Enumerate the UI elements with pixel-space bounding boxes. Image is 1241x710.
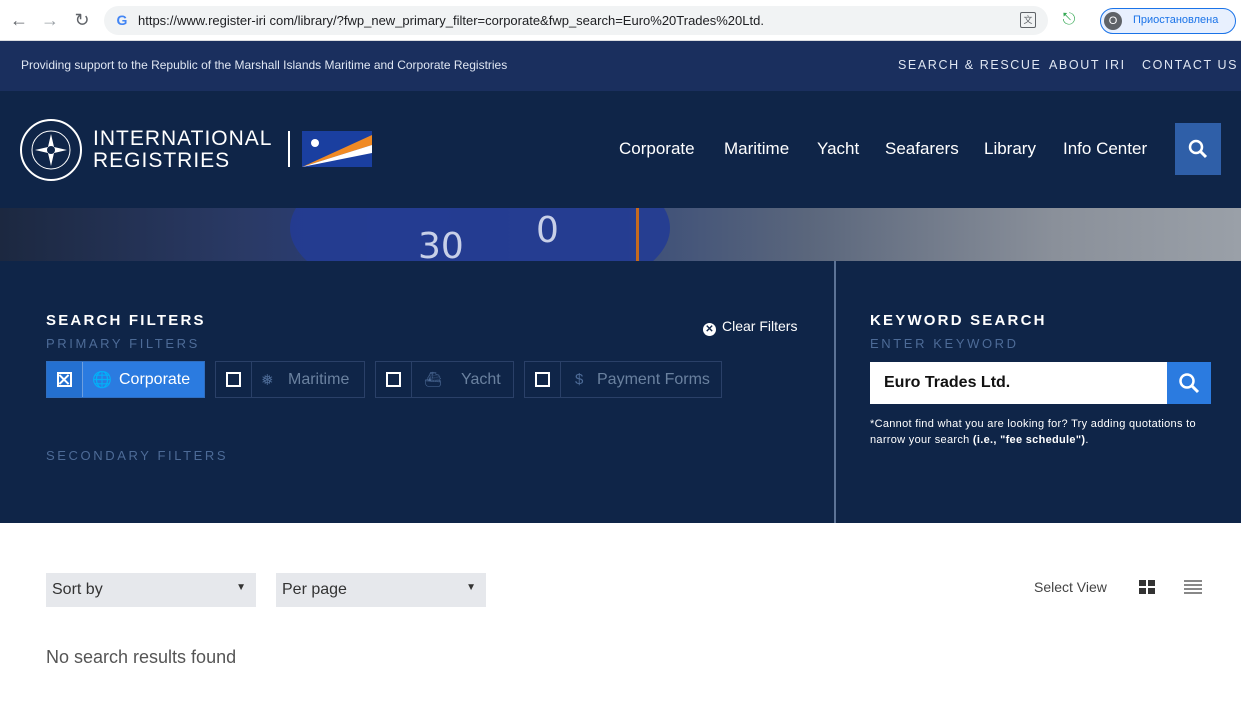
- site-header: INTERNATIONAL REGISTRIES Corporate Marit…: [0, 91, 1241, 208]
- filter-chip-maritime[interactable]: ❅ Maritime: [215, 361, 365, 398]
- logo-line-2: REGISTRIES: [93, 149, 231, 172]
- keyword-help-text: *Cannot find what you are looking for? T…: [870, 416, 1220, 448]
- avatar: О: [1104, 12, 1122, 30]
- gauge-needle: [636, 208, 639, 261]
- url-text[interactable]: https://www.register-iri com/library/?fw…: [138, 13, 764, 28]
- search-icon: [1179, 373, 1200, 394]
- yacht-icon: ⛴: [424, 371, 442, 387]
- filter-chip-label: Maritime: [288, 371, 350, 388]
- forward-arrow-icon[interactable]: →: [39, 9, 61, 31]
- primary-filters-label: PRIMARY FILTERS: [46, 336, 200, 351]
- nav-seafarers[interactable]: Seafarers: [885, 139, 959, 159]
- keyword-input[interactable]: [870, 362, 1167, 404]
- registry-seal-logo[interactable]: [20, 119, 82, 181]
- logo-line-1: INTERNATIONAL: [93, 127, 273, 150]
- hero-banner-image: 30 0: [0, 208, 1241, 261]
- filter-chip-label: Yacht: [461, 371, 501, 388]
- enter-keyword-label: ENTER KEYWORD: [870, 336, 1019, 351]
- address-bar[interactable]: G https://www.register-iri com/library/?…: [104, 6, 1048, 35]
- list-view-icon[interactable]: [1184, 580, 1202, 594]
- marshall-islands-flag-icon: [302, 131, 372, 167]
- checkbox[interactable]: [525, 362, 561, 397]
- back-arrow-icon[interactable]: ←: [8, 9, 30, 31]
- checkbox[interactable]: [216, 362, 252, 397]
- tagline: Providing support to the Republic of the…: [21, 58, 508, 72]
- site-logo-text[interactable]: INTERNATIONAL REGISTRIES: [93, 128, 272, 172]
- secondary-filters-label: SECONDARY FILTERS: [46, 448, 229, 463]
- nav-maritime[interactable]: Maritime: [724, 139, 789, 159]
- extension-icon[interactable]: ⎋: [1062, 10, 1076, 30]
- keyword-search-title: KEYWORD SEARCH: [870, 312, 1047, 329]
- clear-filters-label: Clear Filters: [722, 318, 798, 334]
- filter-chip-payment-forms[interactable]: $ Payment Forms: [524, 361, 722, 398]
- filter-chip-label: Corporate: [119, 371, 191, 388]
- keyword-search-panel: KEYWORD SEARCH ENTER KEYWORD *Cannot fin…: [834, 261, 1241, 523]
- google-icon: G: [116, 12, 128, 28]
- profile-status: Приостановлена: [1133, 14, 1219, 26]
- select-view-label: Select View: [1034, 579, 1107, 595]
- about-iri-link[interactable]: ABOUT IRI: [1049, 58, 1126, 72]
- gauge-dial: [290, 208, 670, 261]
- translate-icon[interactable]: 文: [1020, 12, 1036, 28]
- checkbox[interactable]: [47, 362, 83, 397]
- profile-button[interactable]: О Приостановлена: [1100, 8, 1236, 34]
- no-results-message: No search results found: [46, 647, 237, 667]
- contact-us-link[interactable]: CONTACT US: [1142, 58, 1238, 72]
- keyword-search-button[interactable]: [1167, 362, 1211, 404]
- chevron-down-icon: ▼: [466, 582, 476, 593]
- filter-chip-label: Payment Forms: [597, 371, 710, 388]
- clear-filters-button[interactable]: ✕ Clear Filters: [703, 318, 797, 336]
- search-icon: [1188, 139, 1208, 159]
- gauge-number: 0: [536, 210, 559, 251]
- logo-divider: [288, 131, 290, 167]
- per-page-select[interactable]: Per page ▼: [276, 573, 486, 607]
- sort-by-select[interactable]: Sort by ▼: [46, 573, 256, 607]
- helm-icon: ❅: [261, 372, 274, 389]
- dollar-icon: $: [575, 371, 584, 388]
- filter-chip-yacht[interactable]: ⛴ Yacht: [375, 361, 514, 398]
- keyword-help-example: (i.e., "fee schedule"): [972, 434, 1086, 446]
- close-icon: ✕: [703, 323, 716, 336]
- nav-library[interactable]: Library: [984, 139, 1036, 159]
- search-rescue-link[interactable]: SEARCH & RESCUE: [898, 58, 1041, 72]
- gauge-number: 30: [418, 226, 464, 261]
- globe-icon: 🌐: [92, 372, 112, 389]
- nav-info-center[interactable]: Info Center: [1063, 139, 1147, 159]
- per-page-value: Per page: [282, 581, 347, 598]
- reload-icon[interactable]: ↻: [71, 9, 93, 31]
- header-search-button[interactable]: [1175, 123, 1221, 175]
- filter-chip-corporate[interactable]: 🌐 Corporate: [46, 361, 205, 398]
- nav-yacht[interactable]: Yacht: [817, 139, 859, 159]
- grid-view-icon[interactable]: [1139, 580, 1155, 594]
- nav-corporate[interactable]: Corporate: [619, 139, 695, 159]
- keyword-help-end: .: [1085, 434, 1089, 446]
- browser-toolbar: ← → ↻ G https://www.register-iri com/lib…: [0, 0, 1241, 41]
- keyword-search-field[interactable]: [870, 362, 1167, 404]
- search-filters-panel: SEARCH FILTERS PRIMARY FILTERS ✕ Clear Fi…: [0, 261, 834, 523]
- utility-bar: Providing support to the Republic of the…: [0, 41, 1241, 91]
- sort-by-value: Sort by: [52, 581, 103, 598]
- search-filters-title: SEARCH FILTERS: [46, 312, 206, 329]
- chevron-down-icon: ▼: [236, 582, 246, 593]
- checkbox[interactable]: [376, 362, 412, 397]
